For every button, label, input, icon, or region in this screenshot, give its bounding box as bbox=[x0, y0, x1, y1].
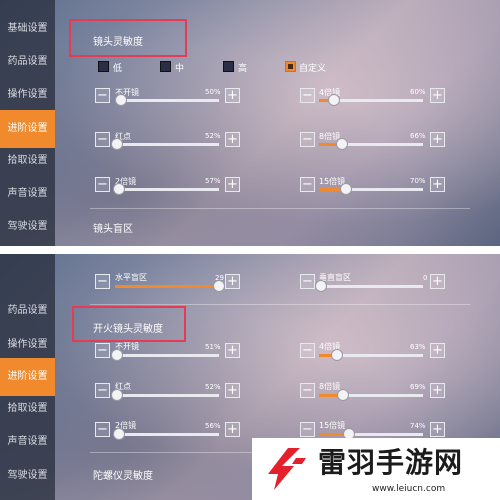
increase-button[interactable]: + bbox=[430, 274, 445, 289]
slider-label: 8倍镜 bbox=[319, 382, 341, 391]
decrease-button[interactable]: − bbox=[95, 422, 110, 437]
decrease-button[interactable]: − bbox=[300, 274, 315, 289]
watermark-url: www.leiucn.com bbox=[372, 484, 446, 494]
slider-value: 51% bbox=[205, 343, 221, 351]
slider-value: 52% bbox=[205, 132, 221, 140]
slider-label: 15倍镜 bbox=[319, 421, 346, 430]
increase-button[interactable]: + bbox=[430, 132, 445, 147]
slider-track[interactable] bbox=[115, 143, 219, 146]
slider-value: 70% bbox=[410, 177, 426, 185]
slider-handle[interactable] bbox=[113, 428, 125, 440]
sidebar-item-controls[interactable]: 操作设置 bbox=[0, 76, 55, 114]
settings-sidebar: 药品设置 操作设置 进阶设置 拾取设置 声音设置 驾驶设置 bbox=[0, 254, 55, 500]
slider-handle[interactable] bbox=[336, 138, 348, 150]
decrease-button[interactable]: − bbox=[95, 383, 110, 398]
increase-button[interactable]: + bbox=[430, 343, 445, 358]
decrease-button[interactable]: − bbox=[300, 177, 315, 192]
increase-button[interactable]: + bbox=[225, 343, 240, 358]
slider-handle[interactable] bbox=[111, 349, 123, 361]
increase-button[interactable]: + bbox=[430, 177, 445, 192]
section-title-gyroscope: 陀螺仪灵敏度 bbox=[93, 471, 153, 482]
decrease-button[interactable]: − bbox=[300, 343, 315, 358]
slider-handle[interactable] bbox=[315, 280, 327, 292]
increase-button[interactable]: + bbox=[225, 177, 240, 192]
decrease-button[interactable]: − bbox=[300, 88, 315, 103]
slider-value: 56% bbox=[205, 422, 221, 430]
slider-value: 60% bbox=[410, 88, 426, 96]
slider-handle[interactable] bbox=[113, 183, 125, 195]
decrease-button[interactable]: − bbox=[95, 274, 110, 289]
watermark-brand-text: 雷羽手游网 bbox=[318, 446, 464, 479]
preset-custom-checkbox[interactable] bbox=[285, 61, 296, 72]
slider-track[interactable] bbox=[115, 433, 219, 436]
slider-value: 0 bbox=[423, 274, 428, 282]
slider-handle[interactable] bbox=[111, 138, 123, 150]
slider-handle[interactable] bbox=[111, 389, 123, 401]
sidebar-item-sound[interactable]: 声音设置 bbox=[0, 423, 55, 461]
slider-handle[interactable] bbox=[337, 389, 349, 401]
decrease-button[interactable]: − bbox=[300, 132, 315, 147]
slider-handle[interactable] bbox=[331, 349, 343, 361]
slider-track[interactable] bbox=[115, 354, 219, 357]
slider-handle[interactable] bbox=[213, 280, 225, 292]
slider-value: 52% bbox=[205, 383, 221, 391]
increase-button[interactable]: + bbox=[430, 383, 445, 398]
preset-mid-label: 中 bbox=[175, 64, 185, 74]
decrease-button[interactable]: − bbox=[300, 422, 315, 437]
slider-track[interactable] bbox=[115, 394, 219, 397]
slider-track[interactable] bbox=[115, 99, 219, 102]
slider-label: 水平盲区 bbox=[115, 273, 147, 282]
slider-value: 74% bbox=[410, 422, 426, 430]
slider-value: 50% bbox=[205, 88, 221, 96]
sidebar-item-medicine[interactable]: 药品设置 bbox=[0, 292, 55, 330]
sidebar-item-driving[interactable]: 驾驶设置 bbox=[0, 457, 55, 495]
slider-handle[interactable] bbox=[328, 94, 340, 106]
slider-handle[interactable] bbox=[340, 183, 352, 195]
decrease-button[interactable]: − bbox=[95, 88, 110, 103]
slider-track[interactable] bbox=[115, 285, 219, 288]
preset-high-label: 高 bbox=[238, 64, 248, 74]
slider-track[interactable] bbox=[319, 143, 423, 146]
section-title-firing-sensitivity: 开火镜头灵敏度 bbox=[93, 324, 163, 335]
settings-sidebar: 基础设置 药品设置 操作设置 进阶设置 拾取设置 声音设置 驾驶设置 bbox=[0, 0, 55, 246]
increase-button[interactable]: + bbox=[430, 422, 445, 437]
increase-button[interactable]: + bbox=[430, 88, 445, 103]
divider bbox=[90, 304, 470, 305]
slider-track[interactable] bbox=[319, 394, 423, 397]
slider-track[interactable] bbox=[115, 188, 219, 191]
slider-value: 63% bbox=[410, 343, 426, 351]
increase-button[interactable]: + bbox=[225, 132, 240, 147]
preset-low-checkbox[interactable] bbox=[98, 61, 109, 72]
slider-handle[interactable] bbox=[115, 94, 127, 106]
sidebar-item-driving[interactable]: 驾驶设置 bbox=[0, 208, 55, 246]
decrease-button[interactable]: − bbox=[95, 132, 110, 147]
increase-button[interactable]: + bbox=[225, 88, 240, 103]
slider-track[interactable] bbox=[319, 188, 423, 191]
slider-value: 69% bbox=[410, 383, 426, 391]
settings-panel-top: 基础设置 药品设置 操作设置 进阶设置 拾取设置 声音设置 驾驶设置 镜头灵敏度… bbox=[0, 0, 500, 246]
preset-mid-checkbox[interactable] bbox=[160, 61, 171, 72]
slider-track[interactable] bbox=[319, 285, 423, 288]
brand-logo-icon bbox=[268, 448, 306, 490]
slider-track[interactable] bbox=[319, 433, 423, 436]
preset-low-label: 低 bbox=[113, 64, 123, 74]
section-title-deadzone: 镜头盲区 bbox=[93, 224, 133, 235]
divider bbox=[90, 208, 470, 209]
increase-button[interactable]: + bbox=[225, 274, 240, 289]
decrease-button[interactable]: − bbox=[95, 177, 110, 192]
slider-value: 57% bbox=[205, 177, 221, 185]
decrease-button[interactable]: − bbox=[300, 383, 315, 398]
increase-button[interactable]: + bbox=[225, 422, 240, 437]
preset-high-checkbox[interactable] bbox=[223, 61, 234, 72]
panel-content: 镜头灵敏度 低 中 高 自定义 − 不开镜 50% + − 4倍镜 60% + … bbox=[55, 0, 500, 246]
site-watermark: 雷羽手游网 www.leiucn.com bbox=[252, 438, 500, 500]
preset-custom-label: 自定义 bbox=[299, 64, 327, 74]
image-separator bbox=[0, 246, 500, 254]
section-title-camera-sensitivity: 镜头灵敏度 bbox=[93, 37, 143, 48]
increase-button[interactable]: + bbox=[225, 383, 240, 398]
slider-value: 66% bbox=[410, 132, 426, 140]
decrease-button[interactable]: − bbox=[95, 343, 110, 358]
